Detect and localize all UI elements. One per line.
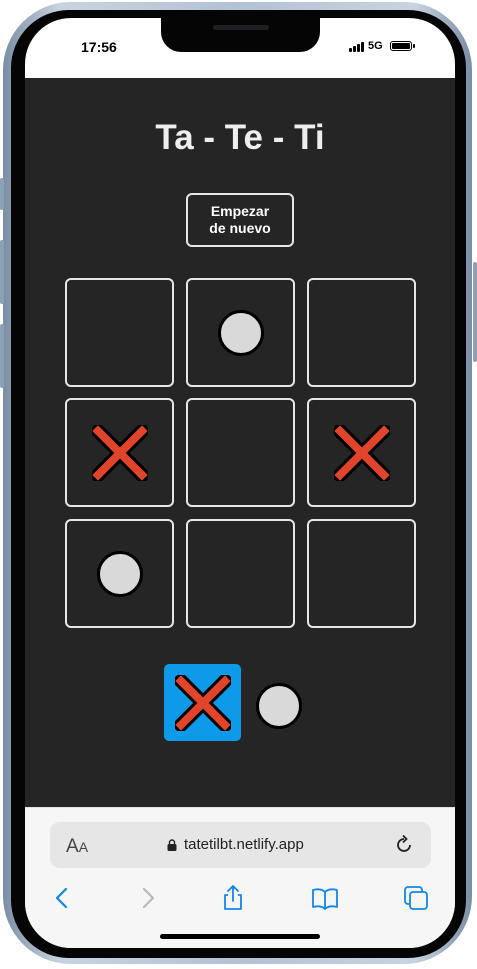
restart-button[interactable]: Empezar de nuevo — [186, 193, 294, 247]
page-title: Ta - Te - Ti — [155, 118, 325, 157]
network-type: 5G — [368, 40, 383, 52]
board-cell[interactable] — [65, 519, 174, 628]
turn-indicator-o — [256, 683, 302, 729]
turn-indicator-x — [164, 664, 241, 741]
silent-switch — [0, 178, 4, 210]
bookmarks-icon[interactable] — [311, 884, 339, 912]
battery-icon — [390, 41, 412, 51]
x-mark-icon — [333, 424, 390, 481]
restart-label-line2: de nuevo — [209, 220, 271, 236]
x-mark-icon — [91, 424, 148, 481]
battery-cap — [413, 44, 415, 48]
speaker-grille — [212, 25, 269, 30]
volume-down-button — [0, 324, 4, 388]
signal-icon — [349, 42, 367, 52]
notch — [161, 18, 320, 52]
reload-icon[interactable] — [393, 834, 415, 856]
board-cell[interactable] — [65, 278, 174, 387]
forward-icon[interactable] — [133, 884, 161, 912]
game-area: Ta - Te - Ti Empezar de nuevo — [25, 78, 455, 807]
board-cell[interactable] — [186, 519, 295, 628]
board-cell[interactable] — [65, 398, 174, 507]
board-cell[interactable] — [186, 278, 295, 387]
text-size-label-big: A — [66, 836, 79, 857]
o-mark-icon — [96, 550, 143, 597]
status-time: 17:56 — [81, 39, 117, 55]
url-text: tatetilbt.netlify.app — [184, 836, 304, 853]
restart-label-line1: Empezar — [210, 203, 270, 219]
home-indicator — [160, 934, 320, 939]
lock-icon — [167, 839, 177, 851]
text-size-label-small: A — [78, 839, 89, 855]
share-icon[interactable] — [219, 884, 247, 912]
power-button — [473, 262, 477, 362]
restart-button-label: Empezar de nuevo — [209, 203, 270, 237]
o-mark-icon — [217, 309, 264, 356]
browser-chrome: AA tatetilbt.netlify.app — [25, 807, 455, 948]
board-cell[interactable] — [307, 278, 416, 387]
address-bar[interactable]: AA tatetilbt.netlify.app — [50, 822, 431, 868]
board-cell[interactable] — [186, 398, 295, 507]
text-size-button[interactable]: AA — [66, 836, 88, 858]
tabs-icon[interactable] — [402, 884, 430, 912]
x-mark-icon — [174, 674, 231, 731]
back-icon[interactable] — [49, 884, 77, 912]
board-cell[interactable] — [307, 398, 416, 507]
board-cell[interactable] — [307, 519, 416, 628]
volume-up-button — [0, 240, 4, 304]
screen: 17:56 5G Ta - Te - Ti Empezar de nuevo A… — [25, 18, 455, 948]
